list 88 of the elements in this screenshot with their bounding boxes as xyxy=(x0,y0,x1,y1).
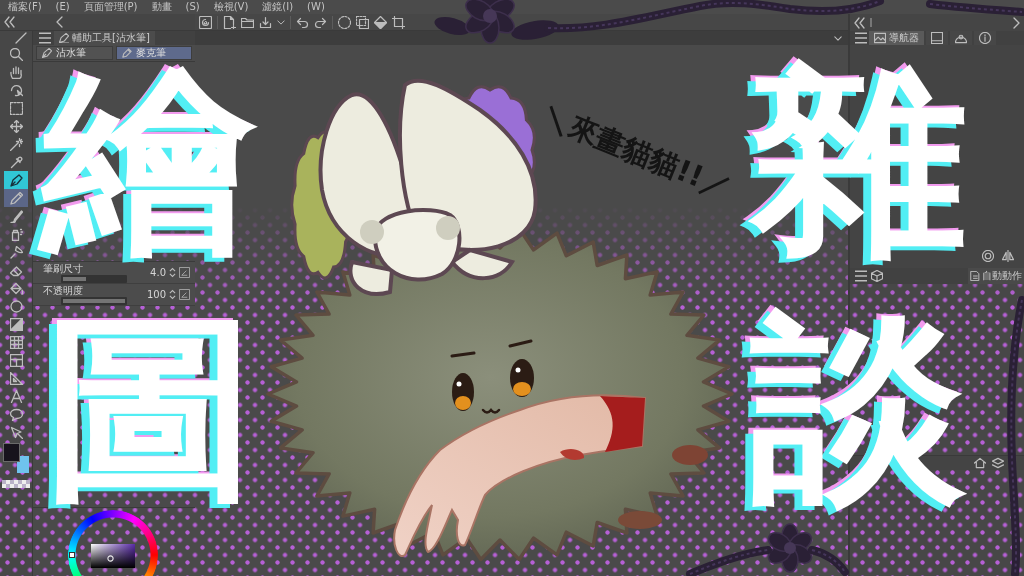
image-icon xyxy=(874,32,886,44)
ruler-triangle-icon xyxy=(9,371,23,385)
sub-tool-button[interactable]: 麥克筆 xyxy=(115,46,192,60)
menu-item[interactable]: (W) xyxy=(307,0,325,14)
stack-icon[interactable] xyxy=(992,457,1004,469)
boxed-line-icon[interactable] xyxy=(179,289,190,300)
sub-tool-button[interactable]: 沾水筆 xyxy=(36,46,113,60)
eyedropper-icon xyxy=(9,155,23,169)
info-icon xyxy=(979,32,991,44)
boxed-line-icon[interactable] xyxy=(179,267,190,278)
crop-icon[interactable] xyxy=(392,15,405,29)
flip-icon[interactable] xyxy=(1002,250,1014,262)
spinner-icon[interactable] xyxy=(169,267,176,278)
panel-tab[interactable] xyxy=(926,31,948,45)
tab-label: 輔助工具[沾水筆] xyxy=(72,31,150,45)
panel-tab[interactable] xyxy=(950,31,972,45)
pen-icon xyxy=(59,33,69,43)
menu-item[interactable]: 檢視(V) xyxy=(213,0,249,14)
panel-tab[interactable] xyxy=(974,31,996,45)
export-icon[interactable] xyxy=(259,15,272,29)
pencil-icon xyxy=(9,191,23,205)
property-value[interactable]: 100 xyxy=(146,289,166,300)
headline-text: 圖 xyxy=(40,308,258,508)
brush-icon xyxy=(9,209,23,223)
menu-icon[interactable] xyxy=(39,32,51,44)
pen-nib-icon xyxy=(42,48,52,58)
circle-icon xyxy=(107,555,114,562)
hand-icon xyxy=(9,65,23,79)
lace-flower-drawing xyxy=(767,523,813,573)
gradient-icon xyxy=(9,317,23,331)
menu-icon[interactable] xyxy=(855,32,867,44)
redo-icon[interactable] xyxy=(314,15,327,29)
pen-nib-icon xyxy=(9,173,23,187)
color-square[interactable] xyxy=(91,544,135,568)
tool-button[interactable] xyxy=(4,171,28,189)
speech-balloon-icon xyxy=(9,407,23,421)
selection-square-icon[interactable] xyxy=(356,15,369,29)
menu-icon[interactable] xyxy=(855,270,867,282)
chevron-icon[interactable] xyxy=(56,16,63,28)
property-value[interactable]: 4.0 xyxy=(150,267,166,278)
spray-can-icon xyxy=(9,227,23,241)
property-label: 不透明度 xyxy=(43,284,84,296)
menu-item[interactable]: 濾鏡(I) xyxy=(262,0,294,14)
paint-bucket-icon xyxy=(9,281,23,295)
new-file-icon[interactable] xyxy=(223,15,236,29)
panel-tab[interactable]: 自動動作 xyxy=(968,268,1024,284)
frame-icon xyxy=(9,353,23,367)
rotate-icon xyxy=(9,83,23,97)
caret-icon[interactable] xyxy=(834,35,842,41)
slider-track[interactable] xyxy=(61,274,127,283)
headline-text: 繪 xyxy=(33,62,258,262)
tab-label: 導航器 xyxy=(889,31,919,45)
letter-icon xyxy=(9,389,23,403)
double-chevron-icon[interactable] xyxy=(4,16,16,28)
caret-icon[interactable] xyxy=(277,19,285,25)
menu-item[interactable]: 頁面管理(P) xyxy=(83,0,138,14)
marker-icon xyxy=(121,48,132,58)
folder-icon[interactable] xyxy=(241,15,254,29)
menu-item[interactable]: 檔案(F) xyxy=(8,0,42,14)
search-icon xyxy=(9,47,23,61)
magic-wand-icon xyxy=(9,137,23,151)
line-icon[interactable] xyxy=(15,32,27,44)
cube-icon[interactable] xyxy=(871,270,883,282)
grid-icon xyxy=(9,335,23,349)
move-arrows-icon xyxy=(9,119,23,133)
panel-tab[interactable]: 輔助工具[沾水筆] xyxy=(54,31,155,45)
diamond-icon[interactable] xyxy=(374,15,387,29)
swirl-logo-icon[interactable] xyxy=(199,15,212,29)
dome-icon xyxy=(955,32,967,44)
house-icon[interactable] xyxy=(974,457,986,469)
concentric-circles-icon[interactable] xyxy=(982,250,994,262)
tab-label: 自動動作 xyxy=(982,269,1022,283)
menu-item[interactable]: (E) xyxy=(55,0,70,14)
cursor-icon xyxy=(9,425,23,439)
double-chevron-icon[interactable] xyxy=(854,16,866,29)
menu-item[interactable]: (S) xyxy=(185,0,200,14)
undo-icon[interactable] xyxy=(296,15,309,29)
fan-brush-icon xyxy=(9,245,23,259)
spinner-icon[interactable] xyxy=(169,289,176,300)
document-icon xyxy=(970,271,980,281)
menu-item[interactable]: 動畫 xyxy=(151,0,172,14)
square-marker-icon xyxy=(69,552,75,558)
panel-tab[interactable]: 導航器 xyxy=(869,31,924,45)
chevron-icon[interactable] xyxy=(1013,16,1020,29)
property-label: 筆刷尺寸 xyxy=(43,262,84,274)
eraser-icon xyxy=(9,263,23,277)
transparent-swatch[interactable] xyxy=(2,480,30,488)
color-swatch[interactable] xyxy=(3,443,20,462)
